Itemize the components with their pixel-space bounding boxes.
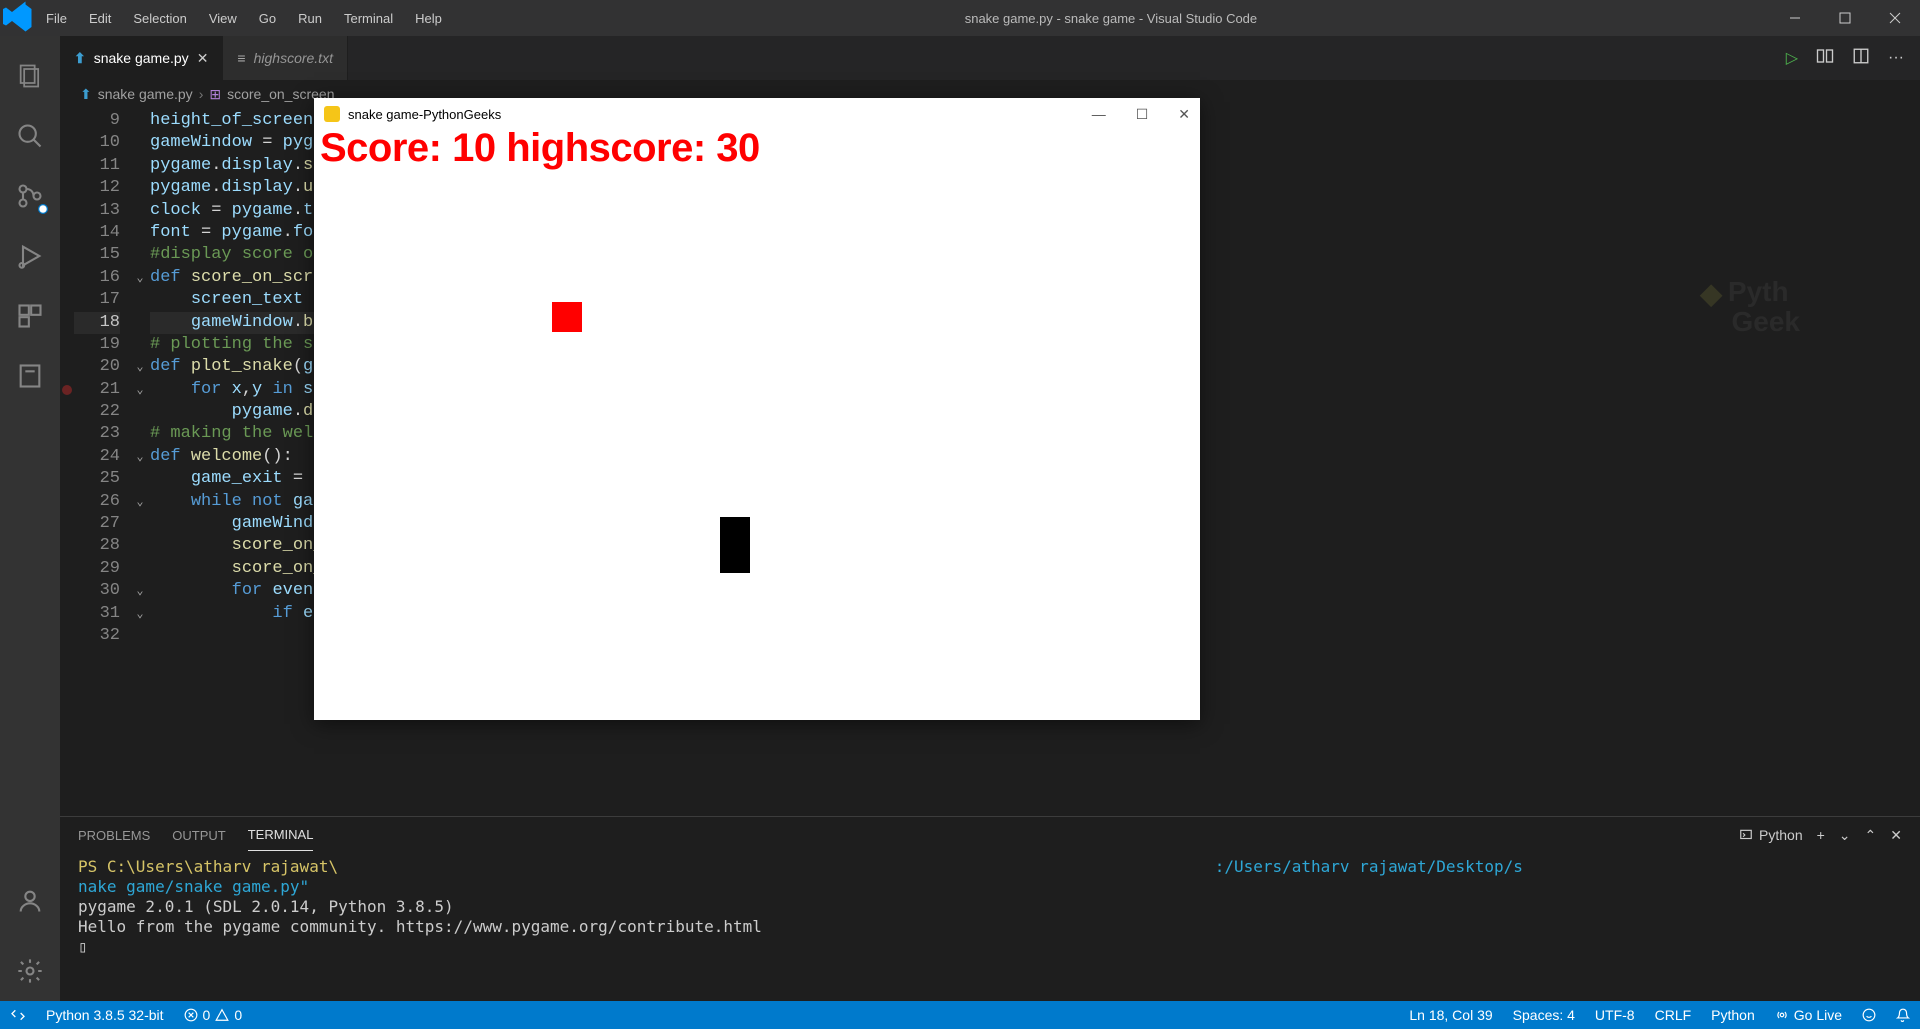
- menu-view[interactable]: View: [199, 5, 247, 32]
- accounts-icon[interactable]: [0, 871, 60, 931]
- pygame-maximize-button[interactable]: ☐: [1136, 106, 1149, 123]
- pygame-score-text: Score: 10 highscore: 30: [320, 126, 760, 171]
- maximize-button[interactable]: [1820, 0, 1870, 36]
- more-actions-icon[interactable]: ···: [1888, 49, 1904, 67]
- editor-tabs: ⬆ snake game.py ✕ ≡ highscore.txt ▷ ···: [60, 36, 1920, 80]
- pygame-canvas: Score: 10 highscore: 30: [314, 130, 1200, 720]
- tab-highscore-txt[interactable]: ≡ highscore.txt: [223, 36, 348, 80]
- menu-run[interactable]: Run: [288, 5, 332, 32]
- minimize-button[interactable]: [1770, 0, 1820, 36]
- text-file-icon: ≡: [237, 50, 245, 66]
- menu-selection[interactable]: Selection: [123, 5, 196, 32]
- terminal-tab-terminal[interactable]: TERMINAL: [248, 819, 314, 851]
- watermark-logo: ◆Pyth Geek: [1700, 278, 1800, 336]
- menu-terminal[interactable]: Terminal: [334, 5, 403, 32]
- scm-badge-icon: [36, 202, 50, 216]
- todo-icon[interactable]: [0, 346, 60, 406]
- python-file-icon: ⬆: [80, 86, 92, 103]
- menu-file[interactable]: File: [36, 5, 77, 32]
- status-indentation[interactable]: Spaces: 4: [1503, 1007, 1585, 1023]
- activity-bar: [0, 36, 60, 1001]
- status-right: Ln 18, Col 39 Spaces: 4 UTF-8 CRLF Pytho…: [1399, 1007, 1920, 1023]
- pygame-window[interactable]: snake game-PythonGeeks — ☐ ✕ Score: 10 h…: [314, 98, 1200, 720]
- status-language-mode[interactable]: Python: [1701, 1007, 1765, 1023]
- status-python-interpreter[interactable]: Python 3.8.5 32-bit: [36, 1007, 174, 1023]
- chevron-right-icon: ›: [199, 86, 204, 102]
- editor-actions: ▷ ···: [1786, 36, 1920, 80]
- terminal-actions: Python + ⌄ ⌃ ✕: [1739, 827, 1920, 844]
- snake-body: [720, 517, 750, 573]
- tab-label: highscore.txt: [254, 50, 333, 66]
- search-icon[interactable]: [0, 106, 60, 166]
- menu-edit[interactable]: Edit: [79, 5, 121, 32]
- maximize-terminal-icon[interactable]: ⌃: [1865, 827, 1877, 844]
- menu-go[interactable]: Go: [249, 5, 286, 32]
- breadcrumb-file: snake game.py: [98, 86, 193, 102]
- terminal-tabs: PROBLEMS OUTPUT TERMINAL Python + ⌄ ⌃ ✕: [60, 817, 1920, 853]
- vscode-logo-icon: [0, 0, 36, 36]
- menu-help[interactable]: Help: [405, 5, 452, 32]
- terminal-panel: PROBLEMS OUTPUT TERMINAL Python + ⌄ ⌃ ✕ …: [60, 816, 1920, 1001]
- menu-bar: File Edit Selection View Go Run Terminal…: [36, 5, 452, 32]
- window-controls: [1770, 0, 1920, 36]
- new-terminal-icon[interactable]: +: [1817, 827, 1825, 843]
- tab-snake-game-py[interactable]: ⬆ snake game.py ✕: [60, 36, 223, 80]
- run-debug-icon[interactable]: [0, 226, 60, 286]
- terminal-tab-problems[interactable]: PROBLEMS: [78, 820, 150, 851]
- status-feedback-icon[interactable]: [1852, 1007, 1886, 1023]
- status-notifications-icon[interactable]: [1886, 1007, 1920, 1023]
- status-cursor-position[interactable]: Ln 18, Col 39: [1399, 1007, 1502, 1023]
- status-go-live[interactable]: Go Live: [1765, 1007, 1852, 1023]
- pygame-close-button[interactable]: ✕: [1178, 106, 1190, 123]
- terminal-dropdown-icon[interactable]: ⌄: [1839, 827, 1851, 844]
- status-encoding[interactable]: UTF-8: [1585, 1007, 1645, 1023]
- titlebar: File Edit Selection View Go Run Terminal…: [0, 0, 1920, 36]
- compare-icon[interactable]: [1816, 47, 1834, 70]
- terminal-profile-dropdown[interactable]: Python: [1739, 827, 1803, 843]
- status-eol[interactable]: CRLF: [1645, 1007, 1702, 1023]
- source-control-icon[interactable]: [0, 166, 60, 226]
- line-number-gutter: 9101112131415161718192021222324252627282…: [74, 108, 130, 816]
- pygame-window-title: snake game-PythonGeeks: [348, 107, 501, 122]
- pygame-app-icon: [324, 106, 340, 122]
- explorer-icon[interactable]: [0, 46, 60, 106]
- status-problems[interactable]: 0 0: [174, 1007, 253, 1023]
- split-editor-icon[interactable]: [1852, 47, 1870, 70]
- minimap[interactable]: [1804, 108, 1904, 816]
- breakpoint-gutter[interactable]: [60, 108, 74, 816]
- window-title: snake game.py - snake game - Visual Stud…: [452, 11, 1770, 26]
- terminal-tab-output[interactable]: OUTPUT: [172, 820, 225, 851]
- pygame-minimize-button[interactable]: —: [1092, 106, 1106, 123]
- fold-gutter[interactable]: ⌄⌄⌄⌄⌄⌄⌄: [130, 108, 150, 816]
- close-terminal-icon[interactable]: ✕: [1890, 827, 1902, 844]
- status-bar: Python 3.8.5 32-bit 0 0 Ln 18, Col 39 Sp…: [0, 1001, 1920, 1029]
- run-icon[interactable]: ▷: [1786, 48, 1798, 68]
- symbol-method-icon: ⊞: [209, 86, 221, 103]
- remote-icon[interactable]: [0, 1007, 36, 1023]
- close-button[interactable]: [1870, 0, 1920, 36]
- tab-label: snake game.py: [94, 50, 189, 66]
- terminal-output[interactable]: PS C:\Users\atharv rajawat\ :/Users/atha…: [60, 853, 1920, 1001]
- close-tab-icon[interactable]: ✕: [197, 50, 209, 67]
- settings-gear-icon[interactable]: [0, 941, 60, 1001]
- python-file-icon: ⬆: [74, 50, 86, 67]
- pygame-window-controls: — ☐ ✕: [1092, 106, 1190, 123]
- snake-food: [552, 302, 582, 332]
- extensions-icon[interactable]: [0, 286, 60, 346]
